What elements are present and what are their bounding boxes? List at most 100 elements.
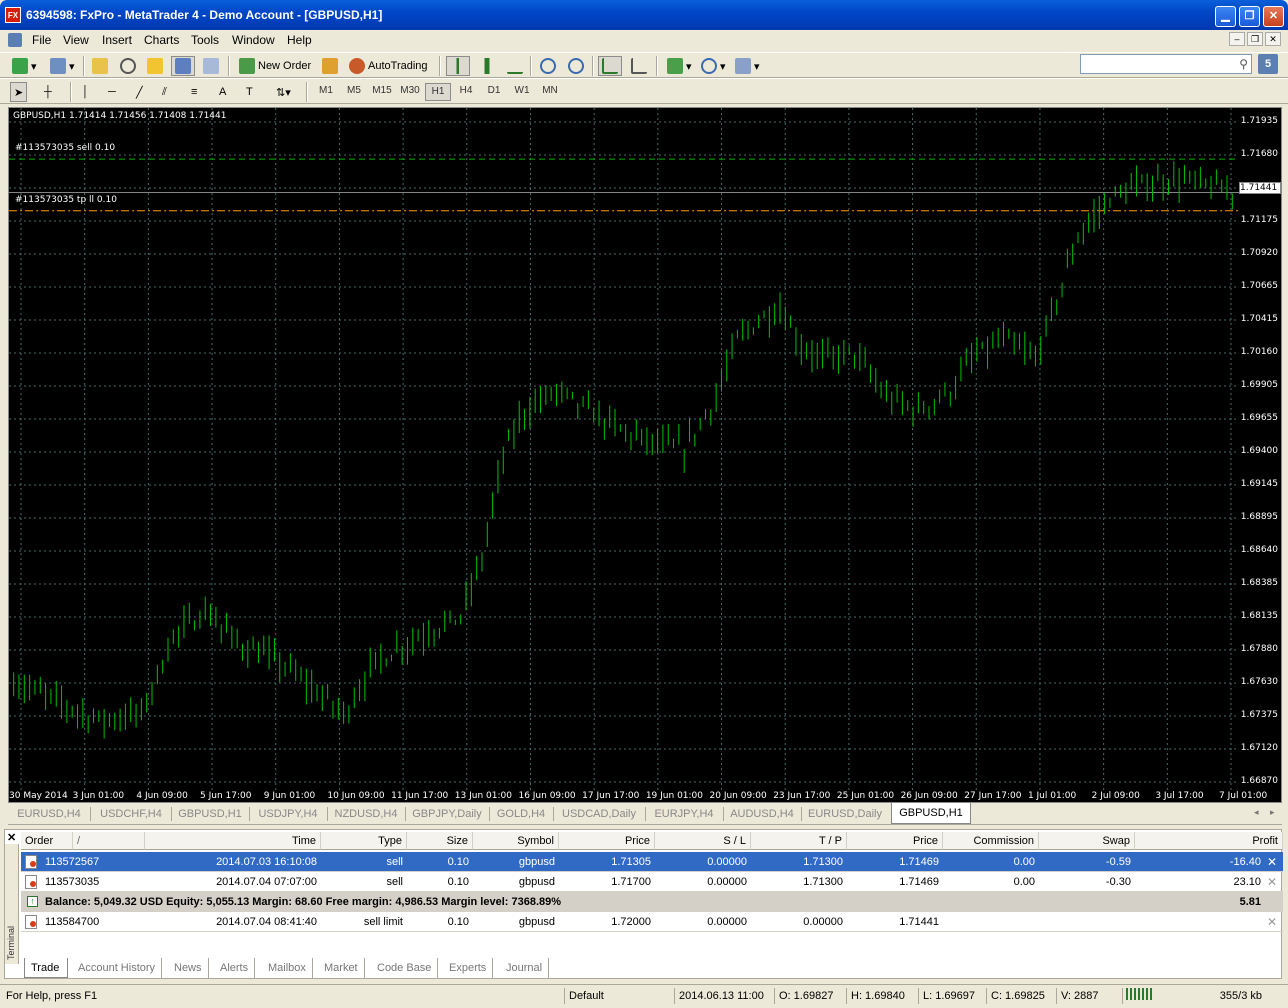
terminal-toggle-button[interactable]: [171, 56, 195, 76]
tf-m5[interactable]: M5: [341, 83, 367, 101]
fibonacci-button[interactable]: ≡: [187, 82, 201, 102]
cursor-button[interactable]: ➤: [10, 82, 28, 102]
col-sl[interactable]: S / L: [655, 832, 751, 850]
tab-alerts[interactable]: Alerts: [214, 958, 256, 978]
text-label-button[interactable]: T: [242, 82, 257, 102]
chart-tab[interactable]: USDCAD,Daily: [553, 805, 645, 823]
tab-journal[interactable]: Journal: [500, 958, 550, 978]
table-row[interactable]: 113573035 2014.07.04 07:07:00 sell 0.10 …: [21, 872, 1283, 892]
col-size[interactable]: Size: [407, 832, 473, 850]
tf-w1[interactable]: W1: [509, 83, 535, 101]
chart-tab[interactable]: GBPUSD,H1: [171, 805, 249, 823]
chart-canvas[interactable]: [9, 108, 1283, 804]
chart-tab[interactable]: GOLD,H4: [489, 805, 553, 823]
tab-experts[interactable]: Experts: [443, 958, 494, 978]
tf-mn[interactable]: MN: [537, 83, 563, 101]
metaeditor-button[interactable]: [318, 56, 342, 76]
tf-m15[interactable]: M15: [369, 83, 395, 101]
new-chart-button[interactable]: ▾: [8, 56, 41, 76]
crosshair-button[interactable]: ┼: [40, 82, 56, 102]
menu-tools[interactable]: Tools: [191, 33, 219, 47]
chart-shift-button[interactable]: [627, 56, 651, 76]
mdi-minimize-button[interactable]: –: [1229, 32, 1245, 46]
chart-tab[interactable]: AUDUSD,H4: [723, 805, 801, 823]
tab-code-base[interactable]: Code Base: [371, 958, 439, 978]
table-row[interactable]: 113572567 2014.07.03 16:10:08 sell 0.10 …: [21, 852, 1283, 872]
col-commission[interactable]: Commission: [943, 832, 1039, 850]
crosshair-nav-button[interactable]: [116, 56, 140, 76]
tabs-scroll-right-icon[interactable]: ▸: [1270, 807, 1275, 818]
tab-account-history[interactable]: Account History: [72, 958, 163, 978]
equidistant-channel-button[interactable]: ⫽: [158, 82, 171, 102]
menu-view[interactable]: View: [63, 33, 89, 47]
bar-chart-button[interactable]: [446, 56, 470, 76]
terminal-close-icon[interactable]: ✕: [7, 831, 16, 844]
favorites-button[interactable]: [143, 56, 167, 76]
candlestick-button[interactable]: [475, 56, 499, 76]
col-order[interactable]: Order: [21, 832, 73, 850]
chart-tab[interactable]: EURUSD,Daily: [801, 805, 889, 823]
tf-d1[interactable]: D1: [481, 83, 507, 101]
autoscroll-button[interactable]: [598, 56, 622, 76]
text-button[interactable]: A: [215, 82, 230, 102]
col-profit[interactable]: Profit: [1135, 832, 1283, 850]
table-row[interactable]: 113584700 2014.07.04 08:41:40 sell limit…: [21, 912, 1283, 932]
menu-window[interactable]: Window: [232, 33, 275, 47]
line-chart-button[interactable]: [503, 56, 527, 76]
mdi-restore-button[interactable]: ❐: [1247, 32, 1263, 46]
menu-insert[interactable]: Insert: [102, 33, 132, 47]
col-time[interactable]: Time: [145, 832, 321, 850]
zoom-out-button[interactable]: [564, 56, 588, 76]
minimize-button[interactable]: ▁: [1215, 6, 1236, 27]
search-input[interactable]: ⚲: [1080, 54, 1252, 74]
tf-h1[interactable]: H1: [425, 83, 451, 101]
close-button[interactable]: ✕: [1263, 6, 1284, 27]
tab-trade[interactable]: Trade: [24, 958, 68, 978]
periods-button[interactable]: ▾: [697, 56, 730, 76]
chart-tab[interactable]: EURUSD,H4: [10, 805, 88, 823]
search-icon[interactable]: ⚲: [1239, 57, 1248, 71]
indicators-button[interactable]: ▾: [663, 56, 696, 76]
autotrading-button[interactable]: AutoTrading: [345, 56, 432, 76]
tf-m30[interactable]: M30: [397, 83, 423, 101]
menu-file[interactable]: File: [32, 33, 51, 47]
delete-order-icon[interactable]: ✕: [1267, 912, 1277, 932]
close-order-icon[interactable]: ✕: [1267, 872, 1277, 892]
profiles-button[interactable]: ▾: [46, 56, 79, 76]
chart-tab[interactable]: USDJPY,H4: [249, 805, 327, 823]
tf-m1[interactable]: M1: [313, 83, 339, 101]
vertical-line-button[interactable]: │: [78, 82, 93, 102]
trendline-button[interactable]: ╱: [132, 82, 147, 102]
menu-charts[interactable]: Charts: [144, 33, 179, 47]
chart-tab[interactable]: EURJPY,H4: [645, 805, 723, 823]
tab-mailbox[interactable]: Mailbox: [262, 958, 313, 978]
status-profile[interactable]: Default: [564, 988, 672, 1004]
col-sort[interactable]: /: [73, 832, 145, 850]
col-cur-price[interactable]: Price: [847, 832, 943, 850]
chart-tab[interactable]: GBPJPY,Daily: [405, 805, 489, 823]
col-swap[interactable]: Swap: [1039, 832, 1135, 850]
col-type[interactable]: Type: [321, 832, 407, 850]
chart-tab-active[interactable]: GBPUSD,H1: [891, 803, 971, 824]
tab-market[interactable]: Market: [318, 958, 365, 978]
col-tp[interactable]: T / P: [751, 832, 847, 850]
col-symbol[interactable]: Symbol: [473, 832, 559, 850]
mdi-close-button[interactable]: ✕: [1265, 32, 1281, 46]
new-order-button[interactable]: New Order: [235, 56, 315, 76]
tab-news[interactable]: News: [168, 958, 209, 978]
close-order-icon[interactable]: ✕: [1267, 852, 1277, 872]
maximize-button[interactable]: ❐: [1239, 6, 1260, 27]
chart-tab[interactable]: NZDUSD,H4: [327, 805, 405, 823]
templates-button[interactable]: ▾: [731, 56, 764, 76]
col-price[interactable]: Price: [559, 832, 655, 850]
tabs-scroll-left-icon[interactable]: ◂: [1254, 807, 1259, 818]
chart-tab[interactable]: USDCHF,H4: [91, 805, 171, 823]
zoom-in-button[interactable]: [536, 56, 560, 76]
price-chart[interactable]: GBPUSD,H1 1.71414 1.71456 1.71408 1.7144…: [8, 107, 1282, 803]
signals-badge[interactable]: 5: [1258, 54, 1278, 74]
horizontal-line-button[interactable]: ─: [104, 82, 120, 102]
market-watch-button[interactable]: [88, 56, 112, 76]
tf-h4[interactable]: H4: [453, 83, 479, 101]
menu-help[interactable]: Help: [287, 33, 312, 47]
arrows-button[interactable]: ⇅▾: [272, 82, 295, 102]
